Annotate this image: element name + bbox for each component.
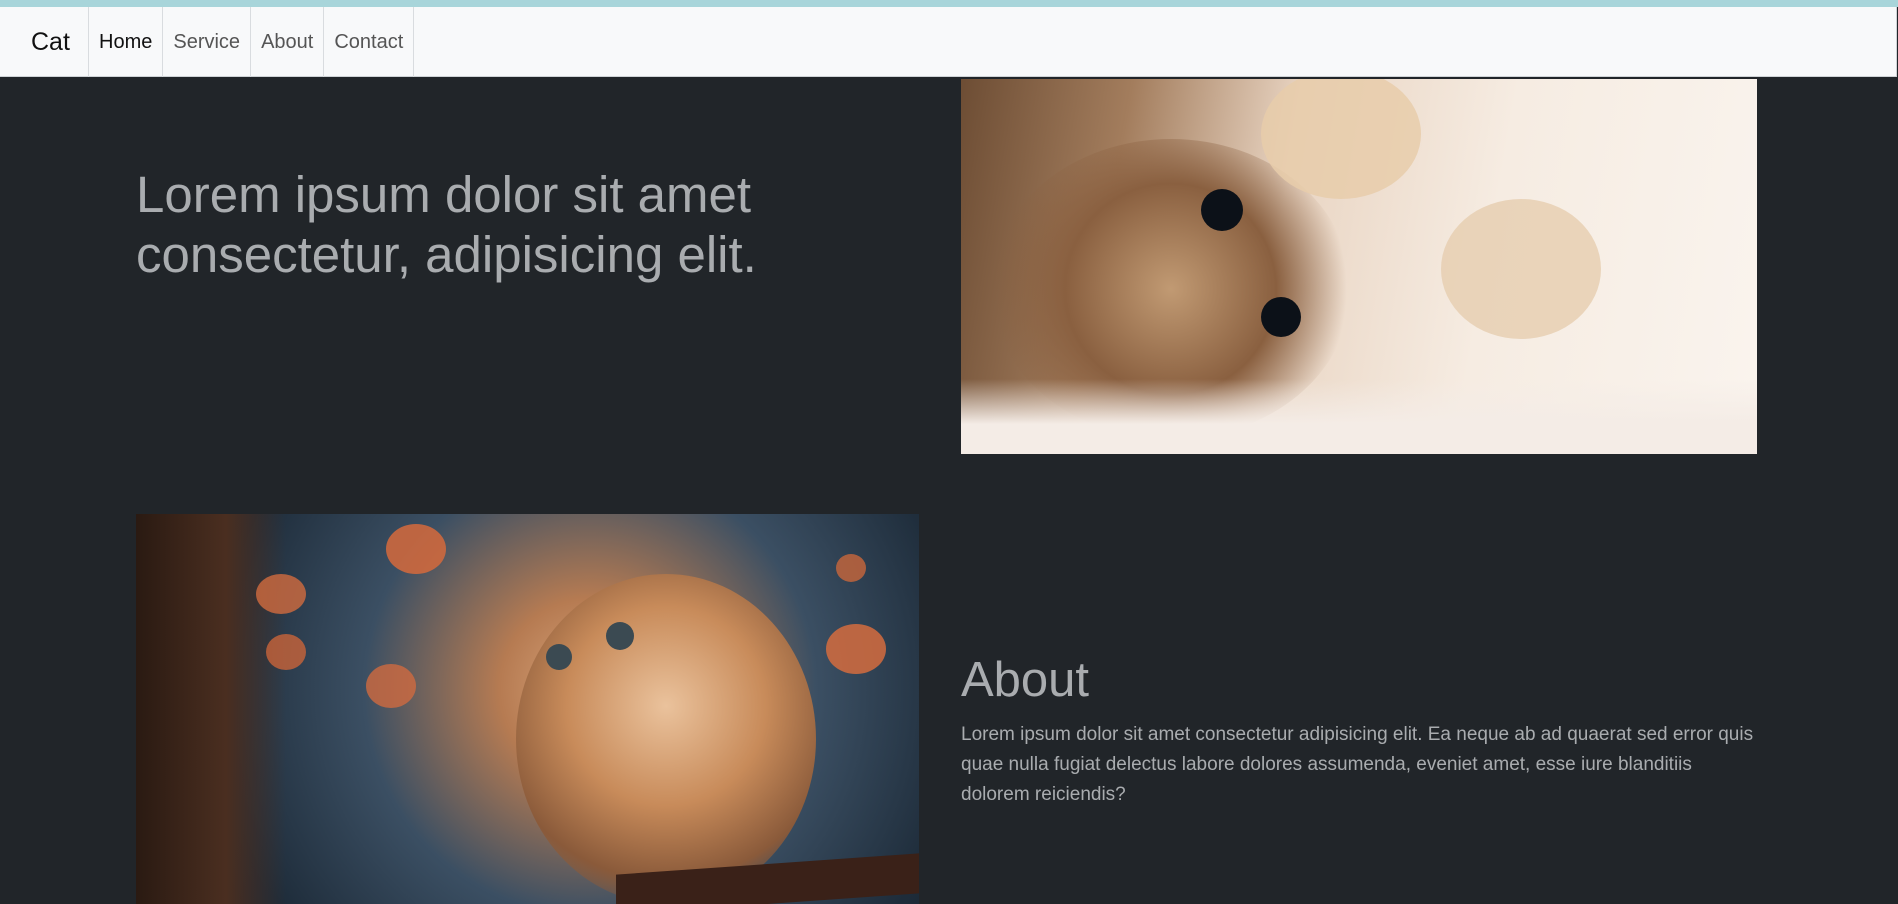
brand-link[interactable]: Cat: [31, 7, 70, 77]
nav-links: Home Service About Contact: [88, 7, 415, 77]
nav-link-about[interactable]: About: [251, 7, 325, 77]
nav-link-home[interactable]: Home: [89, 7, 164, 77]
top-accent-bar: [0, 0, 1898, 7]
about-text: Lorem ipsum dolor sit amet consectetur a…: [961, 724, 1754, 805]
kitten-lying-image: [961, 79, 1757, 454]
hero-title: Lorem ipsum dolor sit amet consectetur, …: [136, 166, 757, 283]
fluffy-kitten-image: [136, 514, 919, 904]
nav-link-service[interactable]: Service: [163, 7, 252, 77]
about-title: About: [961, 653, 1090, 707]
nav-link-contact[interactable]: Contact: [324, 7, 415, 77]
navbar: Cat Home Service About Contact: [0, 7, 1897, 77]
